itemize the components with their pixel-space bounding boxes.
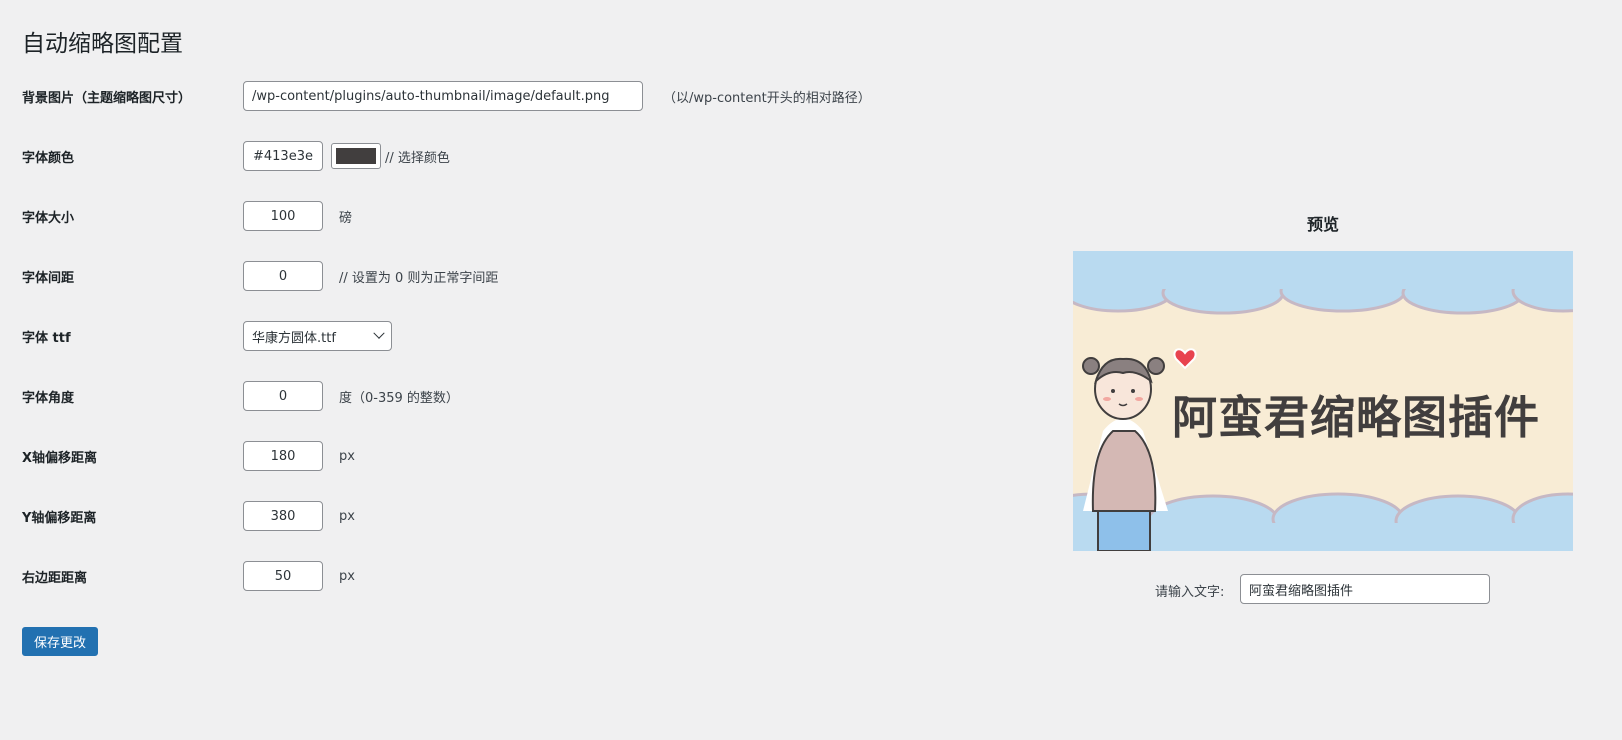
bg-image-row: 背景图片（主题缩略图尺寸） （以/wp-content开头的相对路径） bbox=[0, 81, 960, 111]
right-margin-row: 右边距距离 px bbox=[0, 561, 960, 591]
y-offset-label: Y轴偏移距离 bbox=[22, 511, 97, 526]
font-angle-label: 字体角度 bbox=[22, 391, 75, 406]
font-angle-row: 字体角度 度（0-359 的整数） bbox=[0, 381, 960, 411]
font-ttf-select[interactable]: 华康方圆体.ttf bbox=[243, 321, 392, 351]
right-margin-unit: px bbox=[339, 568, 355, 584]
right-margin-input[interactable] bbox=[243, 561, 323, 591]
font-ttf-selected: 华康方圆体.ttf bbox=[252, 330, 336, 346]
save-button[interactable]: 保存更改 bbox=[22, 627, 99, 656]
y-offset-unit: px bbox=[339, 508, 355, 524]
preview-image: 阿蛮君缩略图插件 bbox=[1073, 251, 1573, 551]
y-offset-input[interactable] bbox=[243, 501, 323, 531]
font-color-row: 字体颜色 // 选择颜色 bbox=[0, 141, 960, 171]
font-angle-hint: 度（0-359 的整数） bbox=[339, 390, 459, 406]
chevron-down-icon bbox=[373, 327, 385, 339]
font-ttf-label: 字体 ttf bbox=[22, 331, 71, 346]
bg-image-input[interactable] bbox=[243, 81, 643, 111]
y-offset-row: Y轴偏移距离 px bbox=[0, 501, 960, 531]
bg-image-hint: （以/wp-content开头的相对路径） bbox=[663, 90, 871, 106]
font-color-input[interactable] bbox=[243, 141, 323, 171]
font-spacing-hint: // 设置为 0 则为正常字间距 bbox=[339, 270, 499, 286]
font-spacing-input[interactable] bbox=[243, 261, 323, 291]
right-margin-label: 右边距距离 bbox=[22, 571, 88, 586]
font-size-label: 字体大小 bbox=[22, 211, 75, 226]
color-swatch bbox=[336, 148, 376, 164]
preview-title: 预览 bbox=[1306, 215, 1339, 234]
font-size-row: 字体大小 磅 bbox=[0, 201, 960, 231]
font-ttf-row: 字体 ttf 华康方圆体.ttf bbox=[0, 321, 960, 351]
font-spacing-row: 字体间距 // 设置为 0 则为正常字间距 bbox=[0, 261, 960, 291]
x-offset-unit: px bbox=[339, 448, 355, 464]
color-picker-button[interactable] bbox=[331, 143, 381, 169]
font-spacing-label: 字体间距 bbox=[22, 271, 75, 286]
preview-image-text: 阿蛮君缩略图插件 bbox=[1172, 391, 1541, 444]
preview-input-label: 请输入文字: bbox=[1155, 585, 1225, 600]
preview-text-input[interactable] bbox=[1240, 574, 1490, 604]
font-color-hint: // 选择颜色 bbox=[385, 150, 450, 166]
preview-input-row: 请输入文字: bbox=[1073, 574, 1573, 604]
x-offset-label: X轴偏移距离 bbox=[22, 451, 98, 466]
page-title: 自动缩略图配置 bbox=[22, 31, 183, 57]
font-angle-input[interactable] bbox=[243, 381, 323, 411]
font-size-unit: 磅 bbox=[339, 210, 353, 226]
font-color-label: 字体颜色 bbox=[22, 151, 75, 166]
x-offset-input[interactable] bbox=[243, 441, 323, 471]
bg-image-label: 背景图片（主题缩略图尺寸） bbox=[22, 91, 192, 106]
x-offset-row: X轴偏移距离 px bbox=[0, 441, 960, 471]
font-size-input[interactable] bbox=[243, 201, 323, 231]
